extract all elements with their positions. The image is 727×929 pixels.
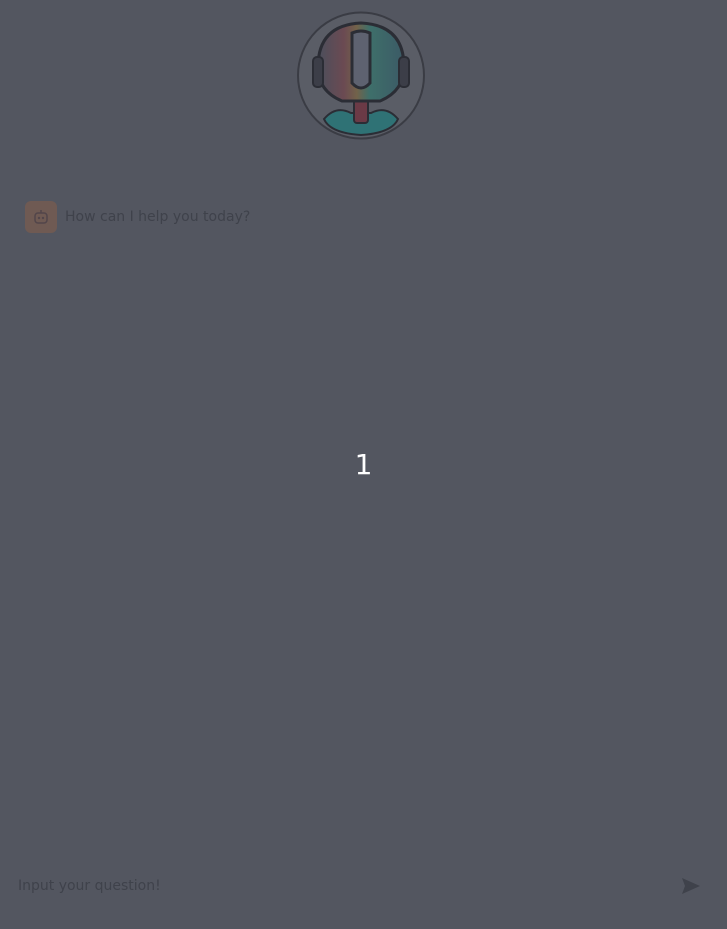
- robot-icon: [25, 201, 57, 233]
- app-logo: [296, 9, 426, 142]
- chat-input-bar: [0, 864, 727, 908]
- robot-avatar-icon: [34, 210, 48, 224]
- robot-logo-icon: [297, 11, 425, 140]
- question-input[interactable]: [0, 864, 660, 908]
- send-button[interactable]: [679, 875, 703, 897]
- assistant-message: How can I help you today?: [25, 201, 250, 233]
- countdown-number: 1: [354, 448, 373, 481]
- assistant-message-text: How can I help you today?: [65, 209, 251, 225]
- paper-plane-icon: [682, 878, 700, 894]
